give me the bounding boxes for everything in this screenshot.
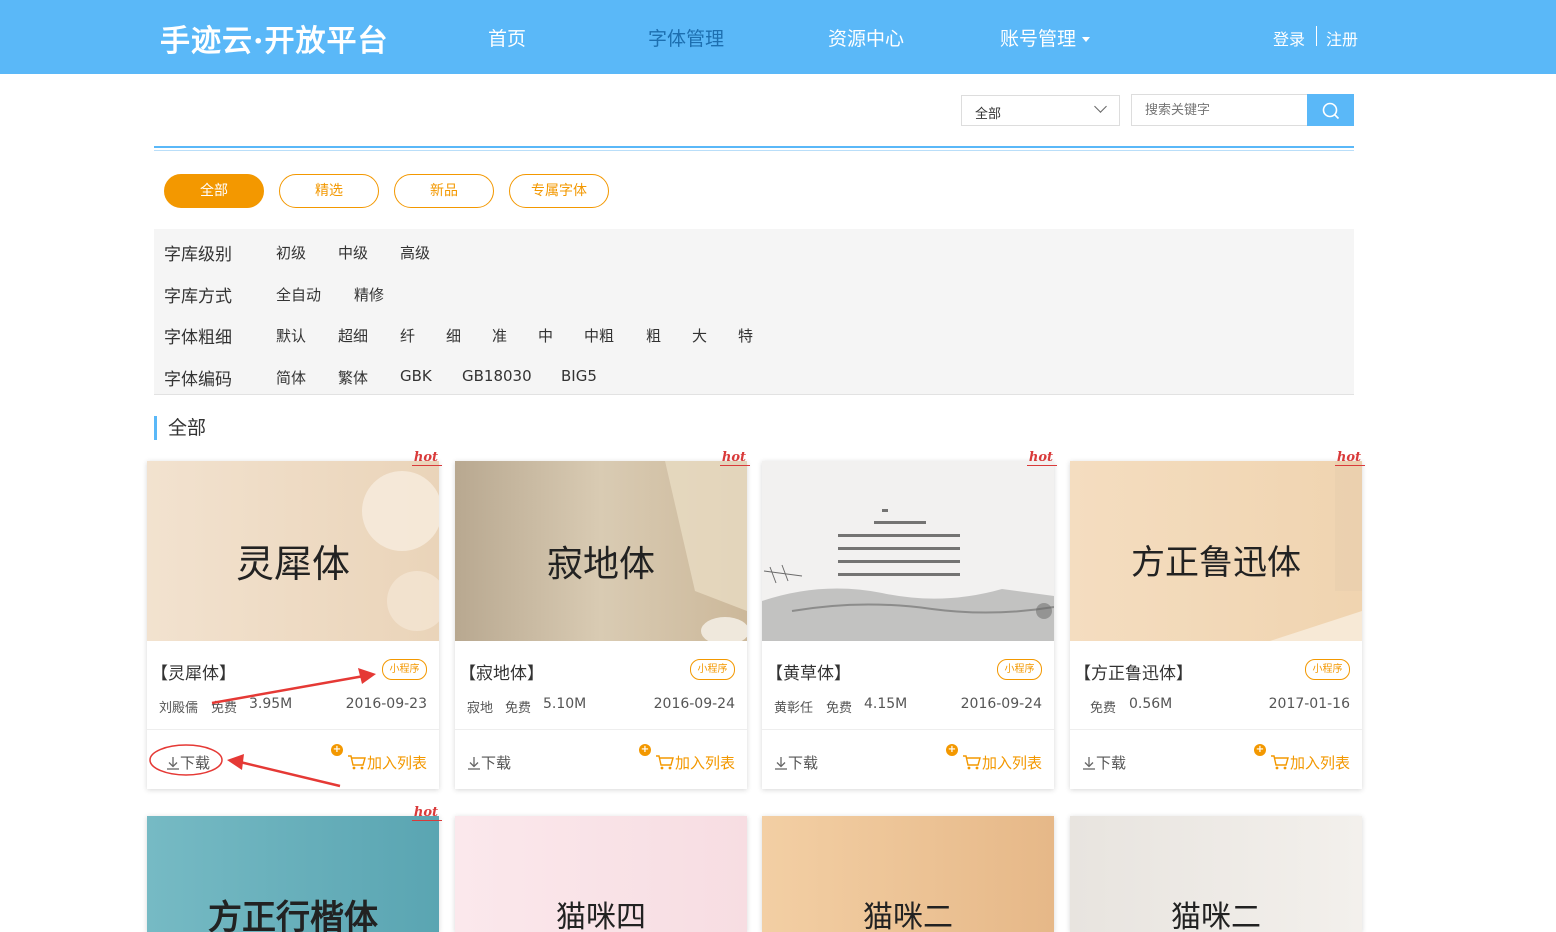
- font-preview-text: 猫咪二: [863, 900, 953, 932]
- font-card[interactable]: 猫咪二: [762, 816, 1054, 932]
- font-preview-text: 方正行楷体: [208, 898, 378, 932]
- font-card[interactable]: 猫咪四: [455, 816, 747, 932]
- font-preview-image: 方正行楷体: [147, 816, 439, 932]
- arrow-head: [227, 754, 244, 770]
- font-preview-text: 猫咪四: [556, 900, 646, 932]
- annotation-arrow: [211, 674, 365, 705]
- font-preview-image: 猫咪二: [762, 816, 1054, 932]
- font-preview-image: 猫咪四: [455, 816, 747, 932]
- arrow-head: [358, 668, 376, 684]
- highlight-circle: [149, 744, 223, 776]
- font-card[interactable]: 方正行楷体 hot: [147, 805, 442, 932]
- annotation-arrow: [239, 760, 341, 788]
- hot-badge: hot: [410, 805, 442, 822]
- font-card[interactable]: 猫咪二: [1070, 816, 1362, 932]
- font-preview-text: 猫咪二: [1171, 900, 1261, 932]
- annotation-overlay: [149, 668, 376, 788]
- font-preview-image: 猫咪二: [1070, 816, 1362, 932]
